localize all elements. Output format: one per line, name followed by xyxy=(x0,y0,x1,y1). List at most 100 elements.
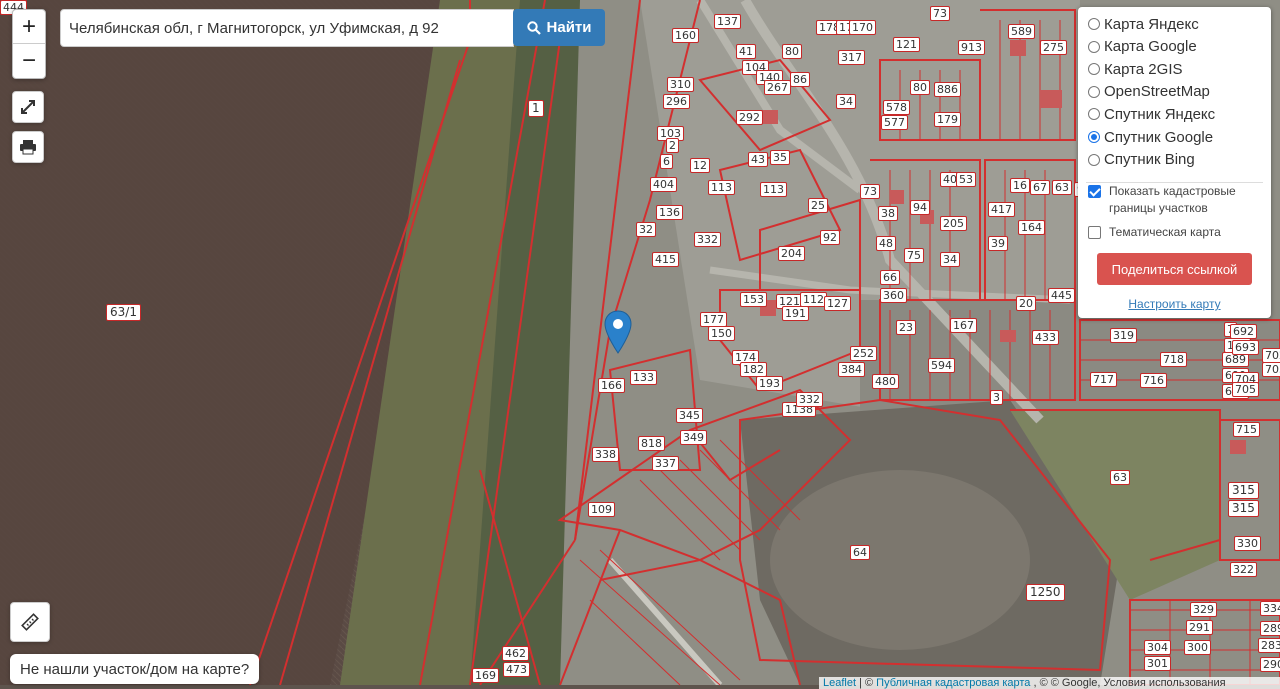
parcel-number-label[interactable]: 310 xyxy=(667,77,694,92)
map-marker-icon[interactable] xyxy=(603,310,633,354)
parcel-number-label[interactable]: 41 xyxy=(736,44,756,59)
zoom-in-button[interactable]: + xyxy=(13,10,45,43)
map-source-radio[interactable] xyxy=(1088,153,1100,166)
configure-map-link[interactable]: Настроить карту xyxy=(1078,297,1271,311)
parcel-number-label[interactable]: 589 xyxy=(1008,24,1035,39)
parcel-number-label[interactable]: 94 xyxy=(910,200,930,215)
parcel-number-label[interactable]: 317 xyxy=(838,50,865,65)
parcel-number-label[interactable]: 384 xyxy=(838,362,865,377)
parcel-number-label[interactable]: 886 xyxy=(934,82,961,97)
parcel-number-label[interactable]: 153 xyxy=(740,292,767,307)
parcel-number-label[interactable]: 204 xyxy=(778,246,805,261)
parcel-number-label[interactable]: 283 xyxy=(1258,638,1280,653)
parcel-number-label[interactable]: 73 xyxy=(860,184,880,199)
parcel-number-label[interactable]: 473 xyxy=(503,662,530,677)
parcel-number-label[interactable]: 703 xyxy=(1262,362,1280,377)
parcel-number-label[interactable]: 48 xyxy=(876,236,896,251)
parcel-number-label[interactable]: 63 xyxy=(1052,180,1072,195)
parcel-number-label[interactable]: 16 xyxy=(1010,178,1030,193)
parcel-number-label[interactable]: 445 xyxy=(1048,288,1075,303)
map-source-radio[interactable] xyxy=(1088,108,1100,121)
cadastre-link[interactable]: Публичная кадастровая карта xyxy=(876,677,1030,689)
parcel-number-label[interactable]: 718 xyxy=(1160,352,1187,367)
parcel-number-label[interactable]: 715 xyxy=(1233,422,1260,437)
parcel-number-label[interactable]: 35 xyxy=(770,150,790,165)
map-source-radio[interactable] xyxy=(1088,18,1100,30)
cadastral-checkbox[interactable] xyxy=(1088,185,1101,198)
map-source-radio[interactable] xyxy=(1088,63,1100,76)
parcel-number-label[interactable]: 818 xyxy=(638,436,665,451)
parcel-number-label[interactable]: 332 xyxy=(694,232,721,247)
parcel-number-label[interactable]: 191 xyxy=(782,306,809,321)
parcel-number-label[interactable]: 1250 xyxy=(1026,584,1065,601)
parcel-number-label[interactable]: 252 xyxy=(850,346,877,361)
parcel-number-label[interactable]: 113 xyxy=(760,182,787,197)
parcel-number-label[interactable]: 113 xyxy=(708,180,735,195)
parcel-number-label[interactable]: 193 xyxy=(756,376,783,391)
map-source-option[interactable]: Карта Яндекс xyxy=(1088,14,1199,34)
parcel-number-label[interactable]: 290 xyxy=(1260,657,1280,672)
parcel-number-label[interactable]: 164 xyxy=(1018,220,1045,235)
map-source-radio[interactable] xyxy=(1088,131,1100,143)
parcel-number-label[interactable]: 304 xyxy=(1144,640,1171,655)
parcel-number-label[interactable]: 267 xyxy=(764,80,791,95)
parcel-number-label[interactable]: 170 xyxy=(849,20,876,35)
parcel-number-label[interactable]: 80 xyxy=(910,80,930,95)
search-button[interactable]: Найти xyxy=(513,9,605,46)
not-found-button[interactable]: Не нашли участок/дом на карте? xyxy=(10,654,260,684)
map-source-option[interactable]: Карта 2GIS xyxy=(1088,59,1183,79)
parcel-number-label[interactable]: 319 xyxy=(1110,328,1137,343)
parcel-number-label[interactable]: 112 xyxy=(800,292,827,307)
parcel-number-label[interactable]: 360 xyxy=(880,288,907,303)
parcel-number-label[interactable]: 133 xyxy=(630,370,657,385)
parcel-number-label[interactable]: 315 xyxy=(1228,500,1259,517)
parcel-number-label[interactable]: 25 xyxy=(808,198,828,213)
parcel-number-label[interactable]: 20 xyxy=(1016,296,1036,311)
parcel-number-label[interactable]: 913 xyxy=(958,40,985,55)
parcel-number-label[interactable]: 480 xyxy=(872,374,899,389)
parcel-number-label[interactable]: 692 xyxy=(1230,324,1257,339)
parcel-number-label[interactable]: 64 xyxy=(850,545,870,560)
parcel-number-label[interactable]: 205 xyxy=(940,216,967,231)
parcel-number-label[interactable]: 404 xyxy=(650,177,677,192)
parcel-number-label[interactable]: 417 xyxy=(988,202,1015,217)
parcel-number-label[interactable]: 6 xyxy=(660,154,673,169)
fullscreen-button[interactable] xyxy=(12,91,44,123)
parcel-number-label[interactable]: 702 xyxy=(1262,348,1280,363)
parcel-number-label[interactable]: 136 xyxy=(656,205,683,220)
map-source-option[interactable]: Спутник Яндекс xyxy=(1088,104,1215,124)
parcel-number-label[interactable]: 23 xyxy=(896,320,916,335)
parcel-number-label[interactable]: 578 xyxy=(883,100,910,115)
parcel-number-label[interactable]: 577 xyxy=(881,115,908,130)
parcel-number-label[interactable]: 169 xyxy=(472,668,499,683)
parcel-number-label[interactable]: 275 xyxy=(1040,40,1067,55)
parcel-number-label[interactable]: 75 xyxy=(904,248,924,263)
share-link-button[interactable]: Поделиться ссылкой xyxy=(1097,253,1252,285)
parcel-number-label[interactable]: 73 xyxy=(930,6,950,21)
parcel-number-label[interactable]: 2 xyxy=(666,138,679,153)
parcel-number-label[interactable]: 300 xyxy=(1184,640,1211,655)
parcel-number-label[interactable]: 1 xyxy=(528,100,544,117)
leaflet-link[interactable]: Leaflet xyxy=(823,677,856,689)
parcel-number-label[interactable]: 462 xyxy=(502,646,529,661)
parcel-number-label[interactable]: 66 xyxy=(880,270,900,285)
parcel-number-label[interactable]: 296 xyxy=(663,94,690,109)
parcel-number-label[interactable]: 63/1 xyxy=(106,304,141,321)
parcel-number-label[interactable]: 315 xyxy=(1228,482,1259,499)
parcel-number-label[interactable]: 137 xyxy=(714,14,741,29)
parcel-number-label[interactable]: 177 xyxy=(700,312,727,327)
parcel-number-label[interactable]: 39 xyxy=(988,236,1008,251)
measure-button[interactable] xyxy=(10,602,50,642)
parcel-number-label[interactable]: 92 xyxy=(820,230,840,245)
parcel-number-label[interactable]: 716 xyxy=(1140,373,1167,388)
map-source-option[interactable]: Карта Google xyxy=(1088,37,1197,57)
parcel-number-label[interactable]: 86 xyxy=(790,72,810,87)
parcel-number-label[interactable]: 109 xyxy=(588,502,615,517)
parcel-number-label[interactable]: 291 xyxy=(1186,620,1213,635)
parcel-number-label[interactable]: 3 xyxy=(990,390,1003,405)
map-source-option[interactable]: Спутник Bing xyxy=(1088,150,1195,170)
parcel-number-label[interactable]: 38 xyxy=(878,206,898,221)
parcel-number-label[interactable]: 301 xyxy=(1144,656,1171,671)
parcel-number-label[interactable]: 32 xyxy=(636,222,656,237)
parcel-number-label[interactable]: 80 xyxy=(782,44,802,59)
